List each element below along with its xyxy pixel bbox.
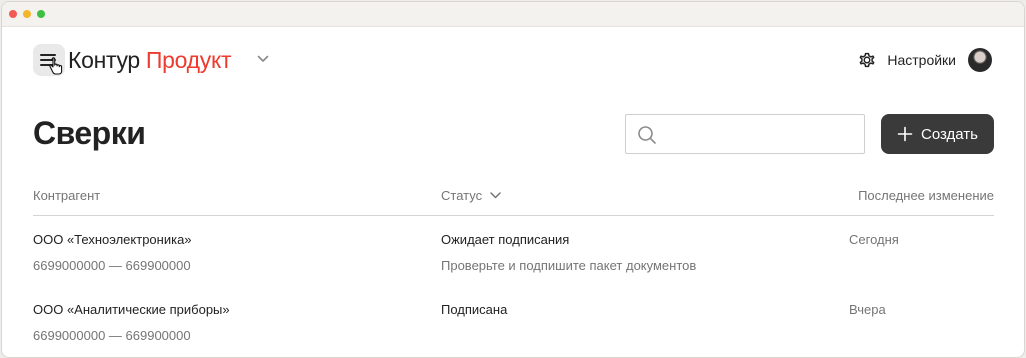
avatar[interactable] [968, 48, 992, 72]
window-titlebar [2, 2, 1024, 27]
settings-link[interactable]: Настройки [887, 52, 956, 68]
search-icon [638, 126, 656, 144]
last-change-date: Сегодня [849, 232, 899, 247]
menu-button[interactable] [33, 44, 65, 76]
column-header-status-label: Статус [441, 188, 483, 203]
app-window: КонтурПродукт Настройки Сверки Создать [1, 1, 1025, 358]
chevron-down-icon [490, 192, 501, 199]
page-title: Сверки [33, 115, 146, 151]
table-row[interactable]: ООО «Техноэлектроника» 6699000000 — 6699… [33, 216, 994, 286]
last-change-date: Вчера [849, 302, 886, 317]
search-field[interactable] [625, 114, 865, 155]
column-header-status[interactable]: Статус [441, 188, 501, 203]
counterparty-inn: 6699000000 — 669900000 [33, 328, 191, 343]
app-header: Контур Продукт Настройки [2, 27, 1024, 91]
settings-area: Настройки [856, 46, 992, 74]
logo-product: Продукт [145, 47, 232, 73]
hand-pointer-icon [49, 57, 63, 75]
reconciliations-table: Контрагент Статус Последнее изменение ОО… [33, 182, 994, 356]
plus-icon [897, 126, 913, 142]
window-maximize-dot[interactable] [37, 10, 45, 18]
logo-brand: Контур [68, 47, 140, 73]
column-header-last-change: Последнее изменение [858, 188, 994, 203]
create-button[interactable]: Создать [881, 114, 994, 154]
create-button-label: Создать [920, 125, 978, 143]
counterparty-name[interactable]: ООО «Техноэлектроника» [33, 232, 192, 247]
status-text: Подписана [441, 302, 508, 317]
gear-icon[interactable] [856, 49, 878, 71]
column-header-counterparty: Контрагент [33, 188, 101, 203]
product-logo[interactable]: Контур Продукт [68, 47, 232, 74]
counterparty-inn: 6699000000 — 669900000 [33, 258, 191, 273]
counterparty-name[interactable]: ООО «Аналитические приборы» [33, 302, 230, 317]
search-input[interactable] [666, 115, 860, 155]
table-row[interactable]: ООО «Аналитические приборы» 6699000000 —… [33, 286, 994, 356]
status-hint: Проверьте и подпишите пакет документов [441, 258, 697, 273]
window-close-dot[interactable] [9, 10, 17, 18]
chevron-down-icon[interactable] [257, 55, 269, 63]
table-header: Контрагент Статус Последнее изменение [33, 182, 994, 216]
status-text: Ожидает подписания [441, 232, 570, 247]
window-minimize-dot[interactable] [23, 10, 31, 18]
